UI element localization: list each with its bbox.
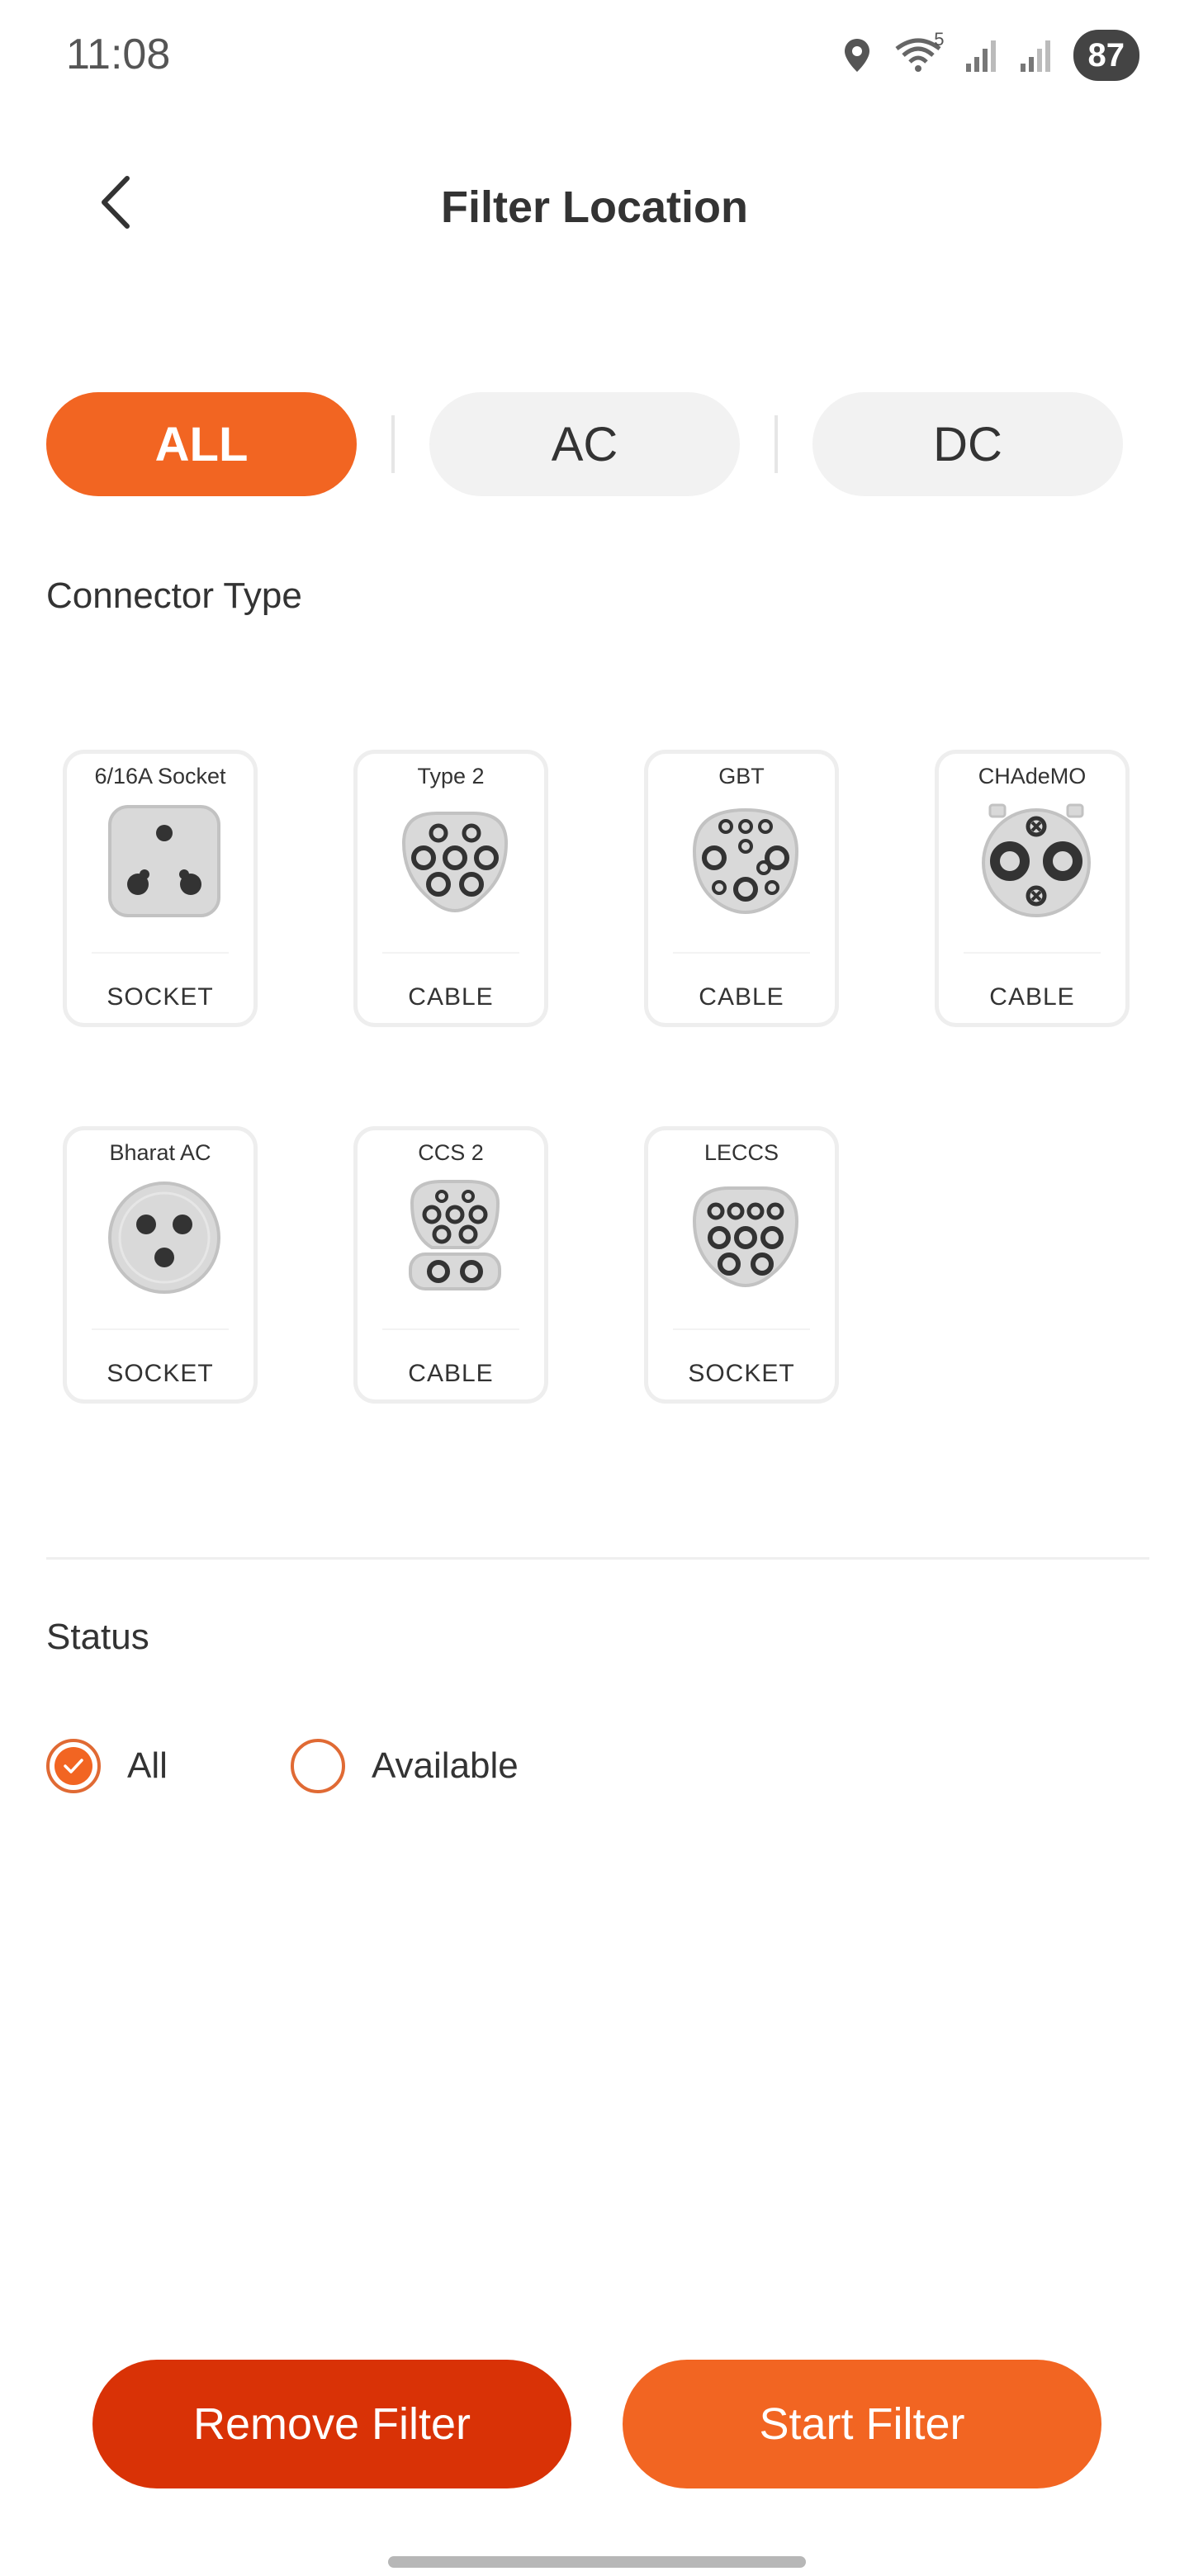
- card-separator: [92, 952, 229, 954]
- card-separator: [673, 952, 810, 954]
- connector-name: GBT: [718, 764, 765, 788]
- connector-card-type-2[interactable]: Type 2 CABLE: [353, 750, 548, 1027]
- check-circle-icon: [54, 1747, 92, 1785]
- connector-card-chademo[interactable]: CHAdeMO CABLE: [935, 750, 1130, 1027]
- connector-card-leccs[interactable]: LECCS SOCKET: [644, 1126, 839, 1404]
- type2-plug-icon: [401, 812, 509, 913]
- connector-kind: CABLE: [408, 1360, 494, 1387]
- radio-checked[interactable]: [46, 1739, 101, 1793]
- card-separator: [382, 1328, 519, 1330]
- connector-name: CCS 2: [418, 1140, 484, 1165]
- card-separator: [673, 1328, 810, 1330]
- radio-unchecked[interactable]: [291, 1739, 345, 1793]
- signal-icon: [965, 40, 996, 72]
- card-separator: [92, 1328, 229, 1330]
- status-icons: 5 87: [842, 29, 1139, 81]
- connector-name: 6/16A Socket: [94, 764, 226, 788]
- connector-kind: CABLE: [408, 983, 494, 1011]
- connector-name: CHAdeMO: [978, 764, 1087, 788]
- wifi-icon: 5: [893, 29, 945, 75]
- card-separator: [382, 952, 519, 954]
- status-option-label: All: [127, 1745, 168, 1786]
- connector-kind: SOCKET: [107, 983, 214, 1011]
- connector-card-616a-socket[interactable]: 6/16A Socket SOCKET: [63, 750, 258, 1027]
- gbt-plug-icon: [692, 807, 799, 915]
- connector-type-title: Connector Type: [46, 575, 302, 616]
- tab-divider: [391, 415, 395, 473]
- connector-card-bharat-ac[interactable]: Bharat AC SOCKET: [63, 1126, 258, 1404]
- location-icon: [844, 39, 869, 72]
- connector-kind: SOCKET: [688, 1360, 795, 1387]
- tab-dc[interactable]: DC: [812, 392, 1123, 496]
- connector-name: Bharat AC: [109, 1140, 211, 1165]
- status-option-available[interactable]: Available: [291, 1739, 519, 1793]
- status-title: Status: [46, 1617, 149, 1657]
- remove-filter-button[interactable]: Remove Filter: [92, 2360, 571, 2488]
- connector-card-gbt[interactable]: GBT CABLE: [644, 750, 839, 1027]
- start-filter-button[interactable]: Start Filter: [623, 2360, 1101, 2488]
- status-option-label: Available: [372, 1745, 519, 1786]
- page-title: Filter Location: [440, 182, 748, 232]
- tab-ac[interactable]: AC: [429, 392, 740, 496]
- chademo-plug-icon: [982, 803, 1091, 917]
- status-time: 11:08: [66, 31, 171, 78]
- card-separator: [964, 952, 1101, 954]
- tab-all[interactable]: ALL: [46, 392, 357, 496]
- connector-kind: CABLE: [989, 983, 1075, 1011]
- ccs2-plug-icon: [409, 1180, 501, 1290]
- battery-indicator: 87: [1073, 30, 1139, 81]
- connector-name: Type 2: [417, 764, 485, 788]
- connector-card-ccs-2[interactable]: CCS 2 CABLE: [353, 1126, 548, 1404]
- tab-divider: [775, 415, 778, 473]
- status-option-all[interactable]: All: [46, 1739, 168, 1793]
- connector-name: LECCS: [703, 1140, 779, 1165]
- signal-icon-2: [1020, 40, 1050, 72]
- section-divider: [46, 1557, 1149, 1560]
- connector-kind: CABLE: [699, 983, 784, 1011]
- charger-type-tabs: ALL AC DC: [46, 392, 1123, 496]
- leccs-plug-icon: [692, 1186, 799, 1288]
- connector-kind: SOCKET: [107, 1360, 214, 1387]
- wifi-badge: 5: [934, 29, 945, 50]
- home-indicator[interactable]: [388, 2556, 806, 2568]
- bharat-ac-plug-icon: [108, 1181, 220, 1294]
- socket-616a-icon: [108, 805, 220, 917]
